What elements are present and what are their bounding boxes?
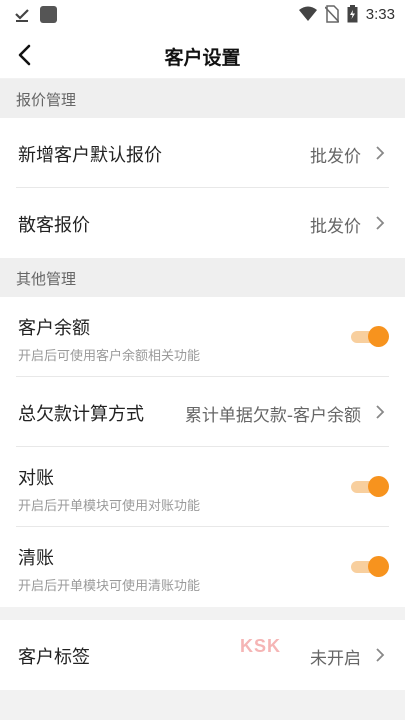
row-label: 清账 [18,548,54,569]
row-description: 开启后开单模块可使用清账功能 [18,579,201,594]
row-label: 新增客户默认报价 [18,145,162,166]
row-description: 开启后可使用客户余额相关功能 [18,349,201,364]
wifi-icon [298,6,317,21]
status-bar: 3:33 [0,0,405,32]
toggle-knob [368,326,389,347]
total-debt-calc-method-row[interactable]: 总欠款计算方式 累计单据欠款-客户余额 [0,377,405,447]
section-header-quote: 报价管理 [0,79,405,118]
chevron-right-icon [376,216,385,230]
row-label: 客户余额 [18,318,90,339]
section-title: 其他管理 [16,270,77,288]
row-value: 批发价 [310,217,361,237]
customer-balance-row: 客户余额 开启后可使用客户余额相关功能 [0,297,405,377]
toggle-knob [368,476,389,497]
walk-in-quote-row[interactable]: 散客报价 批发价 [0,188,405,258]
chevron-right-icon [376,405,385,419]
new-customer-default-quote-row[interactable]: 新增客户默认报价 批发价 [0,118,405,188]
clear-account-row: 清账 开启后开单模块可使用清账功能 [0,527,405,607]
customer-tag-row[interactable]: 客户标签 未开启 [0,620,405,690]
row-label: 对账 [18,468,54,489]
row-label: 散客报价 [18,215,90,236]
square-app-icon [40,6,57,23]
reconcile-toggle[interactable] [351,475,389,497]
row-label: 总欠款计算方式 [18,404,144,425]
check-icon [15,8,29,22]
row-value: 批发价 [310,147,361,167]
row-value: 累计单据欠款-客户余额 [184,406,361,426]
section-title: 报价管理 [16,91,77,109]
section-header-other: 其他管理 [0,258,405,297]
reconcile-row: 对账 开启后开单模块可使用对账功能 [0,447,405,527]
row-label: 客户标签 [18,647,90,668]
battery-icon [347,5,358,23]
page-title: 客户设置 [164,47,241,69]
row-description: 开启后开单模块可使用对账功能 [18,499,201,514]
watermark-logo: KSK [240,636,282,656]
clear-account-toggle[interactable] [351,555,389,577]
chevron-right-icon [376,648,385,662]
row-value: 未开启 [310,649,361,669]
customer-balance-toggle[interactable] [351,325,389,347]
chevron-right-icon [376,146,385,160]
status-time: 3:33 [365,5,395,23]
toggle-knob [368,556,389,577]
no-sim-icon [324,5,339,23]
nav-bar: 客户设置 [0,32,405,78]
